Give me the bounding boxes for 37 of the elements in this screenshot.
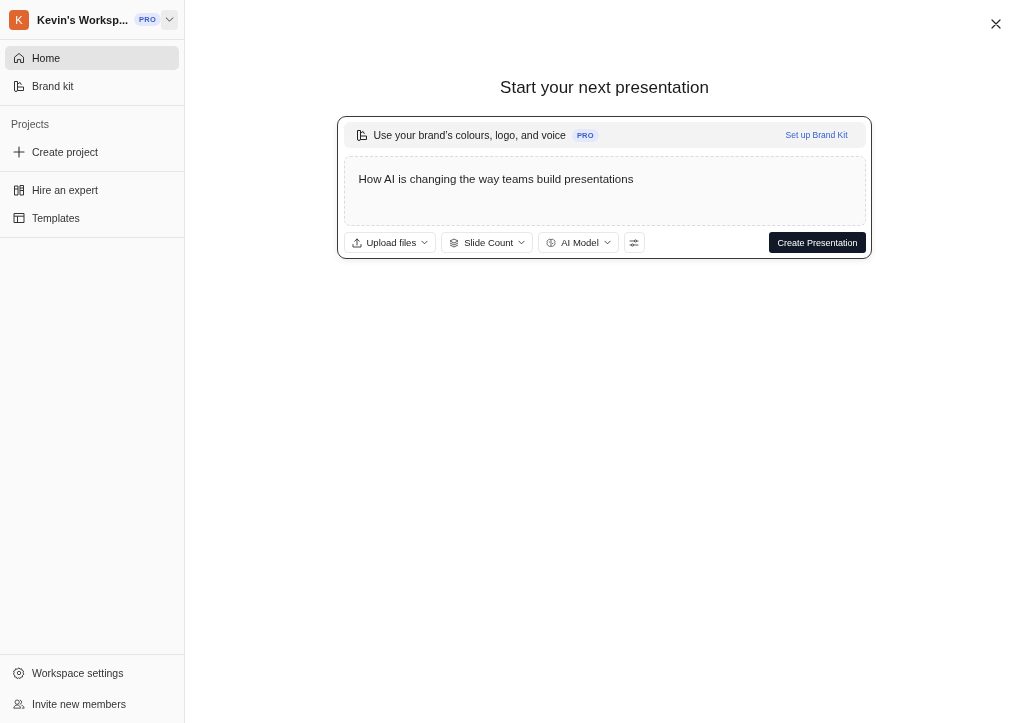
sidebar-item[interactable]: Invite new members <box>5 692 179 716</box>
set-up-brand-kit-link[interactable]: Set up Brand Kit <box>785 130 848 140</box>
settings-icon <box>13 667 25 679</box>
workspace-name[interactable]: Kevin's Worksp... <box>37 13 129 26</box>
workspace-dropdown-button[interactable] <box>160 9 178 30</box>
sidebar-item[interactable]: Brand kit <box>5 74 179 98</box>
toolbar-dropdown[interactable]: AI Model <box>538 232 619 253</box>
layers-icon <box>449 237 460 248</box>
sidebar-item[interactable]: Hire an expert <box>5 178 179 202</box>
caret-icon <box>421 240 429 245</box>
banner-text: Use your brand’s colours, logo, and voice <box>373 129 566 141</box>
caret-icon <box>603 240 611 245</box>
toolbar-dropdown[interactable]: Slide Count <box>441 232 534 253</box>
home-icon <box>13 52 25 64</box>
sidebar-item[interactable]: Home <box>5 46 179 70</box>
sliders-icon <box>629 237 640 248</box>
people-icon <box>13 698 25 710</box>
options-button[interactable] <box>623 232 645 253</box>
close-icon <box>991 19 1001 29</box>
upload-icon <box>351 237 362 248</box>
sidebar-item[interactable]: Templates <box>5 206 179 230</box>
toolbar-dropdown[interactable]: Upload files <box>343 232 437 253</box>
create-presentation-button[interactable]: Create Presentation <box>769 232 866 253</box>
page-title: Start your next presentation <box>500 77 709 99</box>
sidebar-item[interactable]: Create project <box>5 140 179 164</box>
layout-icon <box>13 212 25 224</box>
caret-icon <box>518 240 526 245</box>
plus-icon <box>13 146 25 158</box>
prompt-field[interactable]: How AI is changing the way teams build presentations <box>343 156 866 226</box>
swatch-icon <box>13 80 25 92</box>
panels-icon <box>13 184 25 196</box>
sidebar-item[interactable]: Workspace settings <box>5 661 179 685</box>
caret-icon <box>164 17 174 22</box>
brain-icon <box>546 237 557 248</box>
section-heading: Projects <box>10 117 50 132</box>
swatch-icon <box>355 129 368 141</box>
workspace-avatar: K <box>9 9 29 30</box>
